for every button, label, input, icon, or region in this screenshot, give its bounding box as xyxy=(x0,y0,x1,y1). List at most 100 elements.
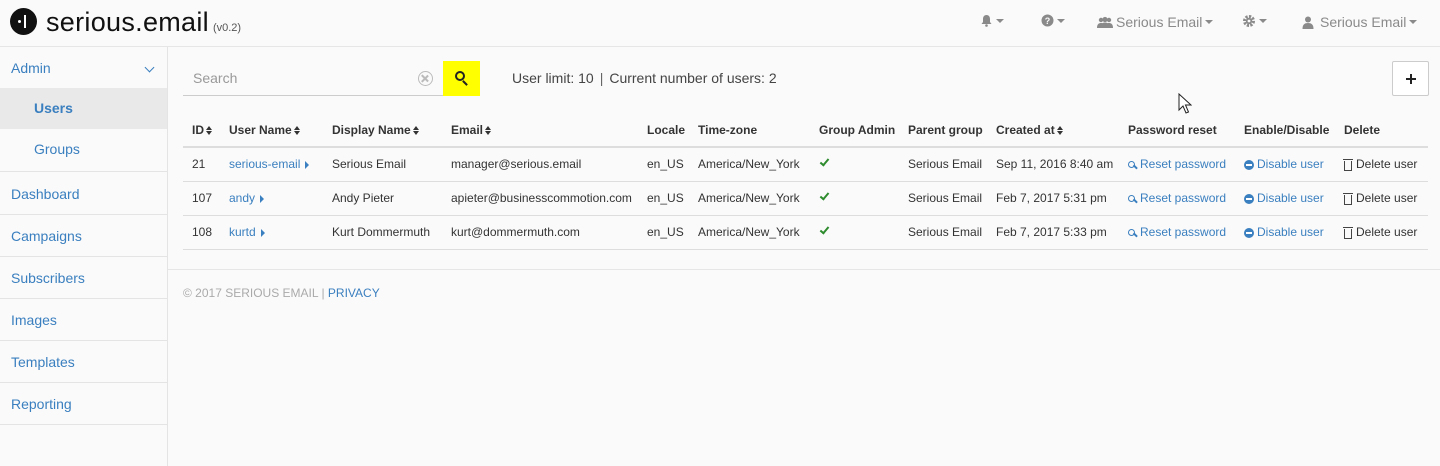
clear-icon[interactable] xyxy=(418,71,433,86)
sidebar-item-images[interactable]: Images xyxy=(0,299,167,341)
sidebar-item-admin[interactable]: Admin xyxy=(0,47,167,89)
notifications-menu[interactable] xyxy=(980,14,1004,27)
footer: © 2017 SERIOUS EMAIL | PRIVACY xyxy=(183,286,380,300)
disable-user-link[interactable]: Disable user xyxy=(1235,215,1335,250)
cell-locale: en_US xyxy=(638,181,689,216)
sort-icon xyxy=(293,126,301,136)
chevron-down-icon xyxy=(1409,20,1418,24)
column-header-username[interactable]: User Name xyxy=(220,114,323,148)
sidebar-item-label: Users xyxy=(34,100,73,116)
user-limit-text: User limit: 10 xyxy=(512,70,594,86)
sidebar-item-templates[interactable]: Templates xyxy=(0,341,167,383)
cell-parent-group: Serious Email xyxy=(899,215,987,250)
column-header-enable-disable: Enable/Disable xyxy=(1235,114,1335,148)
mouse-cursor-icon xyxy=(1178,93,1192,114)
cell-email: kurt@dommermuth.com xyxy=(442,215,638,250)
sidebar-item-reporting[interactable]: Reporting xyxy=(0,383,167,425)
reset-password-link[interactable]: Reset password xyxy=(1119,215,1235,250)
cell-id: 107 xyxy=(183,181,220,216)
search-box xyxy=(183,61,443,96)
user-limits: User limit: 10 | Current number of users: … xyxy=(512,70,777,86)
sort-icon xyxy=(1056,126,1064,136)
users-icon xyxy=(1097,16,1113,28)
sidebar-item-campaigns[interactable]: Campaigns xyxy=(0,215,167,257)
caret-right-icon[interactable] xyxy=(260,228,265,237)
caret-right-icon[interactable] xyxy=(260,194,265,203)
sidebar-item-label: Reporting xyxy=(11,396,72,412)
add-user-button[interactable] xyxy=(1392,61,1429,96)
column-header-id[interactable]: ID xyxy=(183,114,220,148)
check-icon xyxy=(819,156,830,167)
trash-icon xyxy=(1343,226,1353,239)
column-header-delete: Delete xyxy=(1335,114,1428,148)
search-input[interactable] xyxy=(183,61,413,95)
brand-version: (v0.2) xyxy=(212,22,242,34)
cell-locale: en_US xyxy=(638,215,689,250)
cell-username[interactable]: kurtd xyxy=(220,215,323,250)
column-header-email[interactable]: Email xyxy=(442,114,638,148)
bell-icon xyxy=(981,15,992,27)
reset-password-link[interactable]: Reset password xyxy=(1119,181,1235,216)
cell-email: apieter@businesscommotion.com xyxy=(442,181,638,216)
cell-display-name: Serious Email xyxy=(323,147,442,182)
user-menu[interactable]: Serious Email xyxy=(1302,14,1418,30)
cell-username[interactable]: serious-email xyxy=(220,147,323,182)
column-header-display-name[interactable]: Display Name xyxy=(323,114,442,148)
delete-user-link[interactable]: Delete user xyxy=(1335,181,1428,216)
cell-group-admin xyxy=(810,181,899,216)
minus-circle-icon xyxy=(1244,193,1254,204)
column-header-password-reset: Password reset xyxy=(1119,114,1235,148)
table-row: 21 serious-email Serious Email manager@s… xyxy=(183,147,1428,182)
username-link[interactable]: kurtd xyxy=(229,225,256,239)
sidebar-item-subscribers[interactable]: Subscribers xyxy=(0,257,167,299)
settings-menu[interactable] xyxy=(1242,14,1267,28)
key-icon xyxy=(1128,194,1136,203)
cell-username[interactable]: andy xyxy=(220,181,323,216)
chevron-down-icon xyxy=(144,62,155,73)
chevron-down-icon xyxy=(1057,18,1065,23)
delete-user-link[interactable]: Delete user xyxy=(1335,147,1428,182)
sidebar-item-dashboard[interactable]: Dashboard xyxy=(0,173,167,215)
cell-display-name: Andy Pieter xyxy=(323,181,442,216)
brand-name: serious.email xyxy=(46,7,209,37)
column-header-parent-group: Parent group xyxy=(899,114,987,148)
top-navbar: serious.email (v0.2) ? Serious Email Ser… xyxy=(0,0,1440,47)
username-link[interactable]: andy xyxy=(229,191,255,205)
cell-created-at: Sep 11, 2016 8:40 am xyxy=(987,147,1119,182)
privacy-link[interactable]: PRIVACY xyxy=(328,286,380,300)
disable-user-link[interactable]: Disable user xyxy=(1235,181,1335,216)
cell-id: 108 xyxy=(183,215,220,250)
cell-created-at: Feb 7, 2017 5:33 pm xyxy=(987,215,1119,250)
footer-divider xyxy=(168,269,1440,270)
disable-user-link[interactable]: Disable user xyxy=(1235,147,1335,182)
reset-password-link[interactable]: Reset password xyxy=(1119,147,1235,182)
chevron-down-icon xyxy=(1259,19,1267,23)
caret-right-icon[interactable] xyxy=(305,161,310,170)
account-group-label: Serious Email xyxy=(1116,14,1203,30)
cell-group-admin xyxy=(810,215,899,250)
key-icon xyxy=(1128,228,1136,237)
sort-icon xyxy=(412,126,420,136)
help-menu[interactable]: ? xyxy=(1041,14,1065,27)
user-name-label: Serious Email xyxy=(1320,14,1407,30)
column-header-created-at[interactable]: Created at xyxy=(987,114,1119,148)
cell-timezone: America/New_York xyxy=(689,147,810,182)
key-icon xyxy=(1128,161,1136,169)
svg-text:?: ? xyxy=(1045,16,1051,26)
brand[interactable]: serious.email (v0.2) xyxy=(10,7,241,37)
cell-parent-group: Serious Email xyxy=(899,181,987,216)
account-group-menu[interactable]: Serious Email xyxy=(1097,14,1214,30)
search-button[interactable] xyxy=(443,61,480,96)
trash-icon xyxy=(1343,159,1353,172)
chevron-down-icon xyxy=(1205,20,1214,24)
sidebar-item-label: Groups xyxy=(34,141,80,157)
column-header-group-admin: Group Admin xyxy=(810,114,899,148)
sidebar-item-users[interactable]: Users xyxy=(0,88,167,129)
sidebar-item-label: Templates xyxy=(11,354,75,370)
column-header-locale: Locale xyxy=(638,114,689,148)
sidebar-item-groups[interactable]: Groups xyxy=(0,129,167,172)
check-icon xyxy=(819,224,830,235)
cell-email: manager@serious.email xyxy=(442,147,638,182)
delete-user-link[interactable]: Delete user xyxy=(1335,215,1428,250)
username-link[interactable]: serious-email xyxy=(229,157,300,171)
